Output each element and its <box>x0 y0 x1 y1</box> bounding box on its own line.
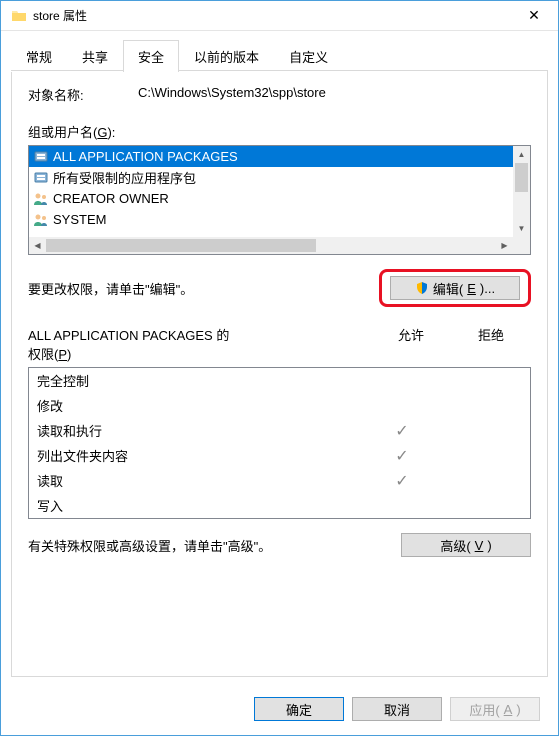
vertical-scrollbar[interactable]: ▲ ▼ <box>513 146 530 237</box>
permission-row: 列出文件夹内容✓ <box>29 443 530 468</box>
permission-row: 写入 <box>29 493 530 518</box>
permission-name: 读取 <box>37 471 362 490</box>
ok-button[interactable]: 确定 <box>254 697 344 721</box>
permissions-header: ALL APPLICATION PACKAGES 的 权限(P) 允许 拒绝 <box>28 325 531 363</box>
list-item[interactable]: 所有受限制的应用程序包 <box>29 167 530 188</box>
scroll-down-icon[interactable]: ▼ <box>513 220 530 237</box>
advanced-hint-text: 有关特殊权限或高级设置，请单击"高级"。 <box>28 536 401 555</box>
advanced-row: 有关特殊权限或高级设置，请单击"高级"。 高级(V) <box>28 533 531 557</box>
close-button[interactable]: ✕ <box>514 2 554 30</box>
allow-check-icon: ✓ <box>362 446 442 466</box>
cancel-button[interactable]: 取消 <box>352 697 442 721</box>
permission-row: 读取和执行✓ <box>29 418 530 443</box>
tab-previous-versions[interactable]: 以前的版本 <box>179 40 274 72</box>
tab-strip: 常规 共享 安全 以前的版本 自定义 <box>1 31 558 71</box>
list-item[interactable]: ALL APPLICATION PACKAGES <box>29 146 530 167</box>
titlebar: store 属性 ✕ <box>1 1 558 31</box>
folder-icon <box>11 8 27 24</box>
edit-button[interactable]: 编辑(E)... <box>390 276 520 300</box>
permission-name: 列出文件夹内容 <box>37 446 362 465</box>
object-name-row: 对象名称: C:\Windows\System32\spp\store <box>28 85 531 104</box>
advanced-button[interactable]: 高级(V) <box>401 533 531 557</box>
permission-name: 写入 <box>37 496 362 515</box>
allow-check-icon: ✓ <box>362 471 442 491</box>
list-item[interactable]: CREATOR OWNER <box>29 188 530 209</box>
package-icon <box>33 170 49 186</box>
scroll-up-icon[interactable]: ▲ <box>513 146 530 163</box>
allow-check-icon: ✓ <box>362 421 442 441</box>
list-item[interactable]: SYSTEM <box>29 209 530 230</box>
col-deny: 拒绝 <box>451 325 531 363</box>
dialog-buttons: 确定 取消 应用(A) <box>1 687 558 735</box>
permissions-title-line1: ALL APPLICATION PACKAGES 的 <box>28 325 371 344</box>
shield-icon <box>415 281 429 295</box>
horizontal-scrollbar[interactable]: ◀ ▶ <box>29 237 513 254</box>
permission-name: 完全控制 <box>37 371 362 390</box>
edit-button-highlight: 编辑(E)... <box>379 269 531 307</box>
groups-listbox[interactable]: ALL APPLICATION PACKAGES 所有受限制的应用程序包 CREAT… <box>28 145 531 255</box>
scroll-left-icon[interactable]: ◀ <box>29 237 46 254</box>
apply-button[interactable]: 应用(A) <box>450 697 540 721</box>
permission-row: 修改 <box>29 393 530 418</box>
permission-name: 读取和执行 <box>37 421 362 440</box>
users-icon <box>33 212 49 228</box>
edit-permissions-row: 要更改权限，请单击"编辑"。 编辑(E)... <box>28 269 531 307</box>
security-panel: 对象名称: C:\Windows\System32\spp\store 组或用户… <box>11 71 548 677</box>
tab-security[interactable]: 安全 <box>123 40 179 72</box>
permission-row: 完全控制 <box>29 368 530 393</box>
permissions-list: 完全控制修改读取和执行✓列出文件夹内容✓读取✓写入 <box>28 367 531 519</box>
permission-name: 修改 <box>37 396 362 415</box>
scroll-right-icon[interactable]: ▶ <box>496 237 513 254</box>
permission-row: 读取✓ <box>29 468 530 493</box>
window-title: store 属性 <box>33 7 514 24</box>
tab-custom[interactable]: 自定义 <box>274 40 343 72</box>
list-item-label: CREATOR OWNER <box>53 191 169 206</box>
col-allow: 允许 <box>371 325 451 363</box>
permissions-title-line2: 权限(P) <box>28 344 371 363</box>
list-item-label: 所有受限制的应用程序包 <box>53 168 196 187</box>
object-name-value: C:\Windows\System32\spp\store <box>138 85 531 104</box>
object-name-label: 对象名称: <box>28 85 138 104</box>
users-icon <box>33 191 49 207</box>
list-item-label: ALL APPLICATION PACKAGES <box>53 149 238 164</box>
edit-hint-text: 要更改权限，请单击"编辑"。 <box>28 279 379 298</box>
properties-dialog: store 属性 ✕ 常规 共享 安全 以前的版本 自定义 对象名称: C:\W… <box>0 0 559 736</box>
tab-general[interactable]: 常规 <box>11 40 67 72</box>
groups-label: 组或用户名(G): <box>28 122 531 141</box>
tab-share[interactable]: 共享 <box>67 40 123 72</box>
list-item-label: SYSTEM <box>53 212 106 227</box>
package-icon <box>33 149 49 165</box>
